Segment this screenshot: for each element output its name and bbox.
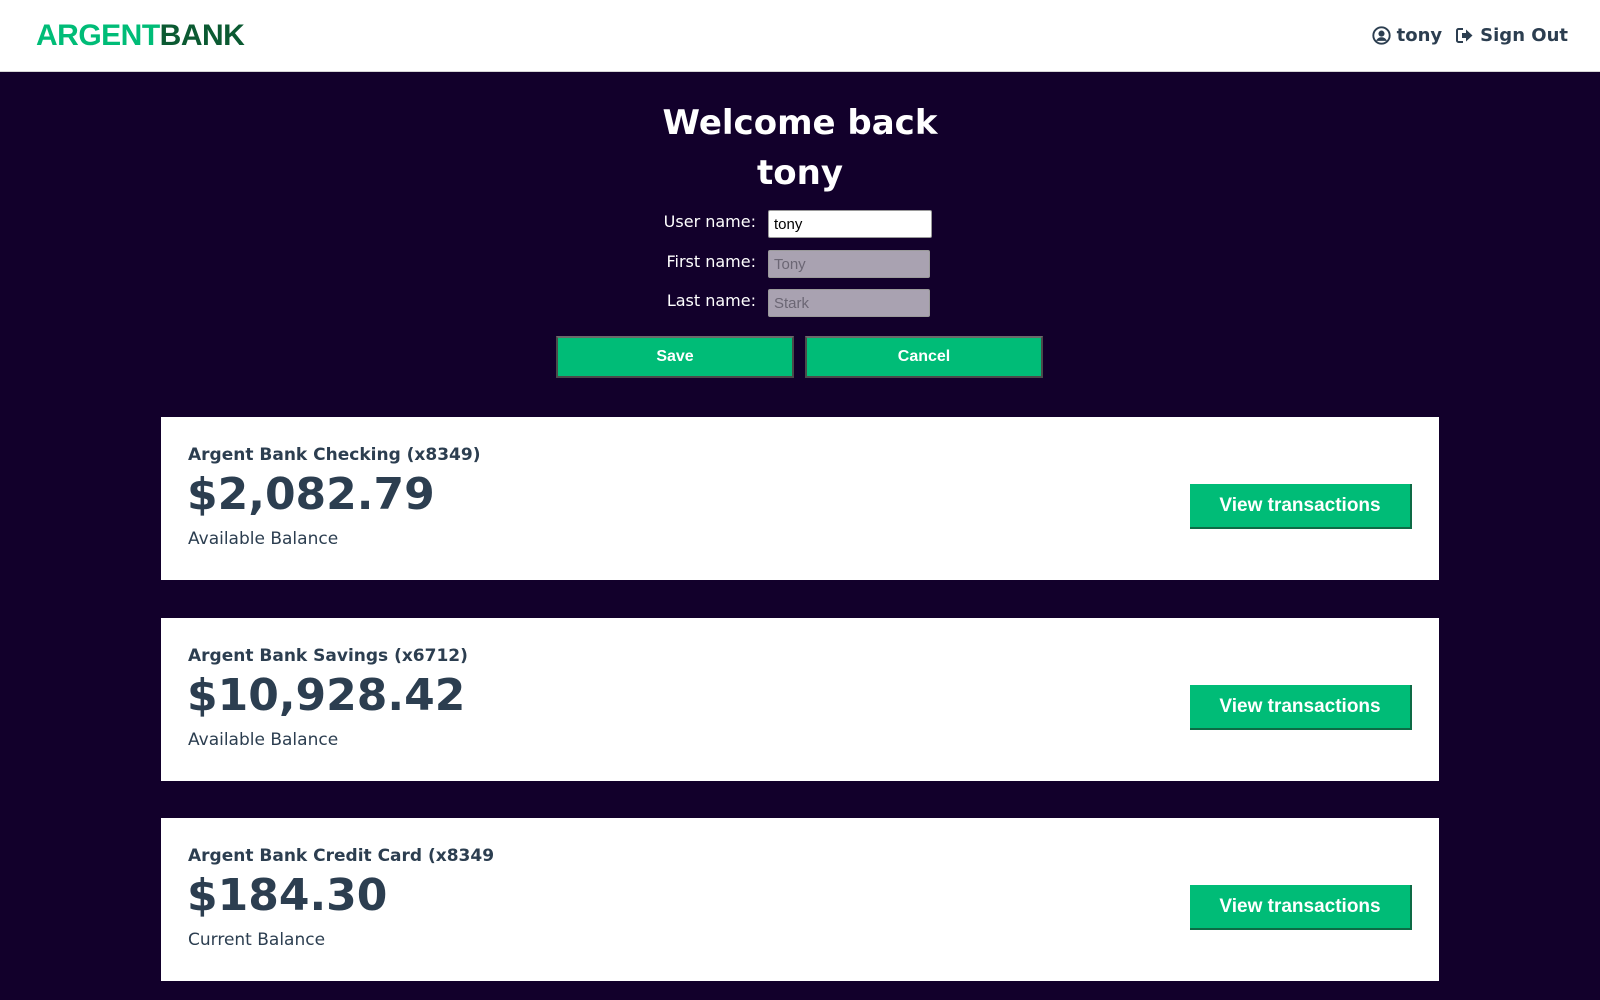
lastname-row: Last name:: [0, 289, 1600, 317]
welcome-line: Welcome back: [662, 103, 938, 143]
lastname-input: [768, 289, 930, 317]
sign-out-label: Sign Out: [1480, 25, 1568, 46]
welcome-username: tony: [757, 153, 843, 193]
account-amount: $184.30: [187, 870, 388, 921]
account-amount: $2,082.79: [187, 469, 435, 520]
sign-out-link[interactable]: Sign Out: [1456, 25, 1568, 46]
nav-links: tony Sign Out: [1358, 25, 1568, 46]
main-content: Welcome back tony User name: First name:…: [0, 72, 1600, 1000]
username-label: User name:: [663, 212, 756, 231]
firstname-row: First name:: [0, 250, 1600, 278]
account-title: Argent Bank Savings (x6712): [188, 646, 468, 666]
form-buttons: Save Cancel: [556, 336, 1044, 380]
view-transactions-button[interactable]: View transactions: [1190, 685, 1412, 730]
profile-username: tony: [1396, 25, 1443, 46]
account-title: Argent Bank Checking (x8349): [188, 445, 481, 465]
username-input[interactable]: [768, 210, 932, 238]
account-amount-description: Available Balance: [188, 529, 339, 549]
account-amount-description: Current Balance: [188, 930, 326, 950]
brand-logo[interactable]: ARGENT BANK: [36, 18, 245, 53]
account-card-checking: Argent Bank Checking (x8349) $2,082.79 A…: [161, 417, 1439, 580]
profile-link[interactable]: tony: [1372, 25, 1443, 46]
welcome-heading: Welcome back tony: [0, 98, 1600, 198]
firstname-label: First name:: [666, 252, 756, 271]
top-navbar: ARGENT BANK tony Sign Out: [0, 0, 1600, 72]
logo-text-bank: BANK: [159, 18, 245, 52]
account-card-savings: Argent Bank Savings (x6712) $10,928.42 A…: [161, 618, 1439, 781]
account-amount-description: Available Balance: [188, 730, 339, 750]
view-transactions-button[interactable]: View transactions: [1190, 885, 1412, 930]
account-card-credit: Argent Bank Credit Card (x8349 $184.30 C…: [161, 818, 1439, 981]
firstname-input: [768, 250, 930, 278]
logo-text-argent: ARGENT: [36, 18, 160, 52]
lastname-label: Last name:: [666, 291, 756, 310]
username-row: User name:: [0, 210, 1600, 238]
user-circle-icon: [1372, 26, 1391, 45]
account-title: Argent Bank Credit Card (x8349: [188, 846, 495, 866]
sign-out-icon: [1456, 28, 1473, 43]
save-button[interactable]: Save: [556, 336, 794, 378]
view-transactions-button[interactable]: View transactions: [1190, 484, 1412, 529]
cancel-button[interactable]: Cancel: [805, 336, 1043, 378]
account-amount: $10,928.42: [187, 670, 466, 721]
